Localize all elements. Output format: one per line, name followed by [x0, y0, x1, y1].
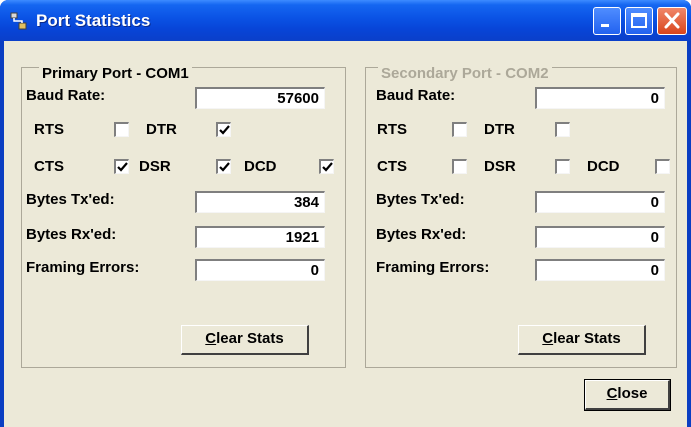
secondary-dsr-checkbox[interactable]: [555, 159, 570, 174]
primary-dtr-label: DTR: [146, 121, 177, 138]
checkmark-icon: [117, 162, 128, 172]
primary-rx-field[interactable]: 1921: [195, 226, 325, 248]
network-ports-icon: [10, 12, 28, 30]
secondary-dcd-checkbox[interactable]: [655, 159, 670, 174]
secondary-dtr-label: DTR: [484, 121, 515, 138]
secondary-clear-stats-button[interactable]: Clear Stats: [518, 325, 646, 355]
secondary-baud-label: Baud Rate:: [376, 87, 456, 104]
checkmark-icon: [219, 125, 230, 135]
secondary-dcd-label: DCD: [587, 158, 620, 175]
primary-port-group: [21, 67, 346, 368]
primary-dcd-checkbox[interactable]: [319, 159, 334, 174]
primary-rts-checkbox[interactable]: [114, 122, 129, 137]
secondary-port-legend: Secondary Port - COM2: [378, 64, 552, 83]
primary-tx-field[interactable]: 384: [195, 191, 325, 213]
primary-clear-accel: C: [205, 330, 217, 347]
checkmark-icon: [219, 162, 230, 172]
secondary-rx-field[interactable]: 0: [535, 226, 665, 248]
secondary-cts-label: CTS: [377, 158, 407, 175]
primary-framing-errors-label: Framing Errors:: [26, 259, 140, 276]
primary-clear-stats-button[interactable]: Clear Stats: [181, 325, 309, 355]
primary-rx-label: Bytes Rx'ed:: [26, 226, 117, 243]
close-window-button[interactable]: [657, 7, 687, 35]
minimize-button[interactable]: [593, 7, 621, 35]
port-statistics-window: Port Statistics Primary Port - COM1 Baud…: [0, 0, 691, 427]
secondary-rx-label: Bytes Rx'ed:: [376, 226, 467, 243]
close-accel: C: [606, 385, 618, 402]
primary-rts-label: RTS: [34, 121, 64, 138]
close-icon: [664, 12, 680, 29]
secondary-dtr-checkbox[interactable]: [555, 122, 570, 137]
secondary-tx-field[interactable]: 0: [535, 191, 665, 213]
primary-port-legend: Primary Port - COM1: [39, 64, 192, 83]
maximize-icon: [631, 13, 647, 28]
secondary-clear-rest: lear Stats: [553, 330, 621, 347]
primary-baud-label: Baud Rate:: [26, 87, 106, 104]
primary-clear-rest: lear Stats: [216, 330, 284, 347]
secondary-tx-label: Bytes Tx'ed:: [376, 191, 465, 208]
close-rest: lose: [617, 385, 648, 402]
close-button[interactable]: Close: [584, 379, 671, 411]
primary-tx-label: Bytes Tx'ed:: [26, 191, 115, 208]
secondary-dsr-label: DSR: [484, 158, 516, 175]
checkmark-icon: [322, 162, 333, 172]
primary-dtr-checkbox[interactable]: [216, 122, 231, 137]
secondary-rts-label: RTS: [377, 121, 407, 138]
title-bar[interactable]: Port Statistics: [0, 0, 691, 41]
primary-cts-checkbox[interactable]: [114, 159, 129, 174]
primary-dsr-checkbox[interactable]: [216, 159, 231, 174]
window-title: Port Statistics: [36, 11, 151, 30]
primary-dsr-label: DSR: [139, 158, 171, 175]
secondary-port-group: [365, 67, 677, 368]
secondary-framing-errors-label: Framing Errors:: [376, 259, 490, 276]
minimize-icon: [601, 24, 609, 27]
primary-cts-label: CTS: [34, 158, 64, 175]
secondary-framing-errors-field[interactable]: 0: [535, 259, 665, 281]
secondary-rts-checkbox[interactable]: [452, 122, 467, 137]
secondary-baud-field[interactable]: 0: [535, 87, 665, 109]
primary-baud-field[interactable]: 57600: [195, 87, 325, 109]
primary-dcd-label: DCD: [244, 158, 277, 175]
secondary-clear-accel: C: [542, 330, 554, 347]
maximize-button[interactable]: [625, 7, 653, 35]
dialog-client-area: Primary Port - COM1 Baud Rate: 57600 RTS…: [4, 41, 687, 427]
primary-framing-errors-field[interactable]: 0: [195, 259, 325, 281]
secondary-cts-checkbox[interactable]: [452, 159, 467, 174]
